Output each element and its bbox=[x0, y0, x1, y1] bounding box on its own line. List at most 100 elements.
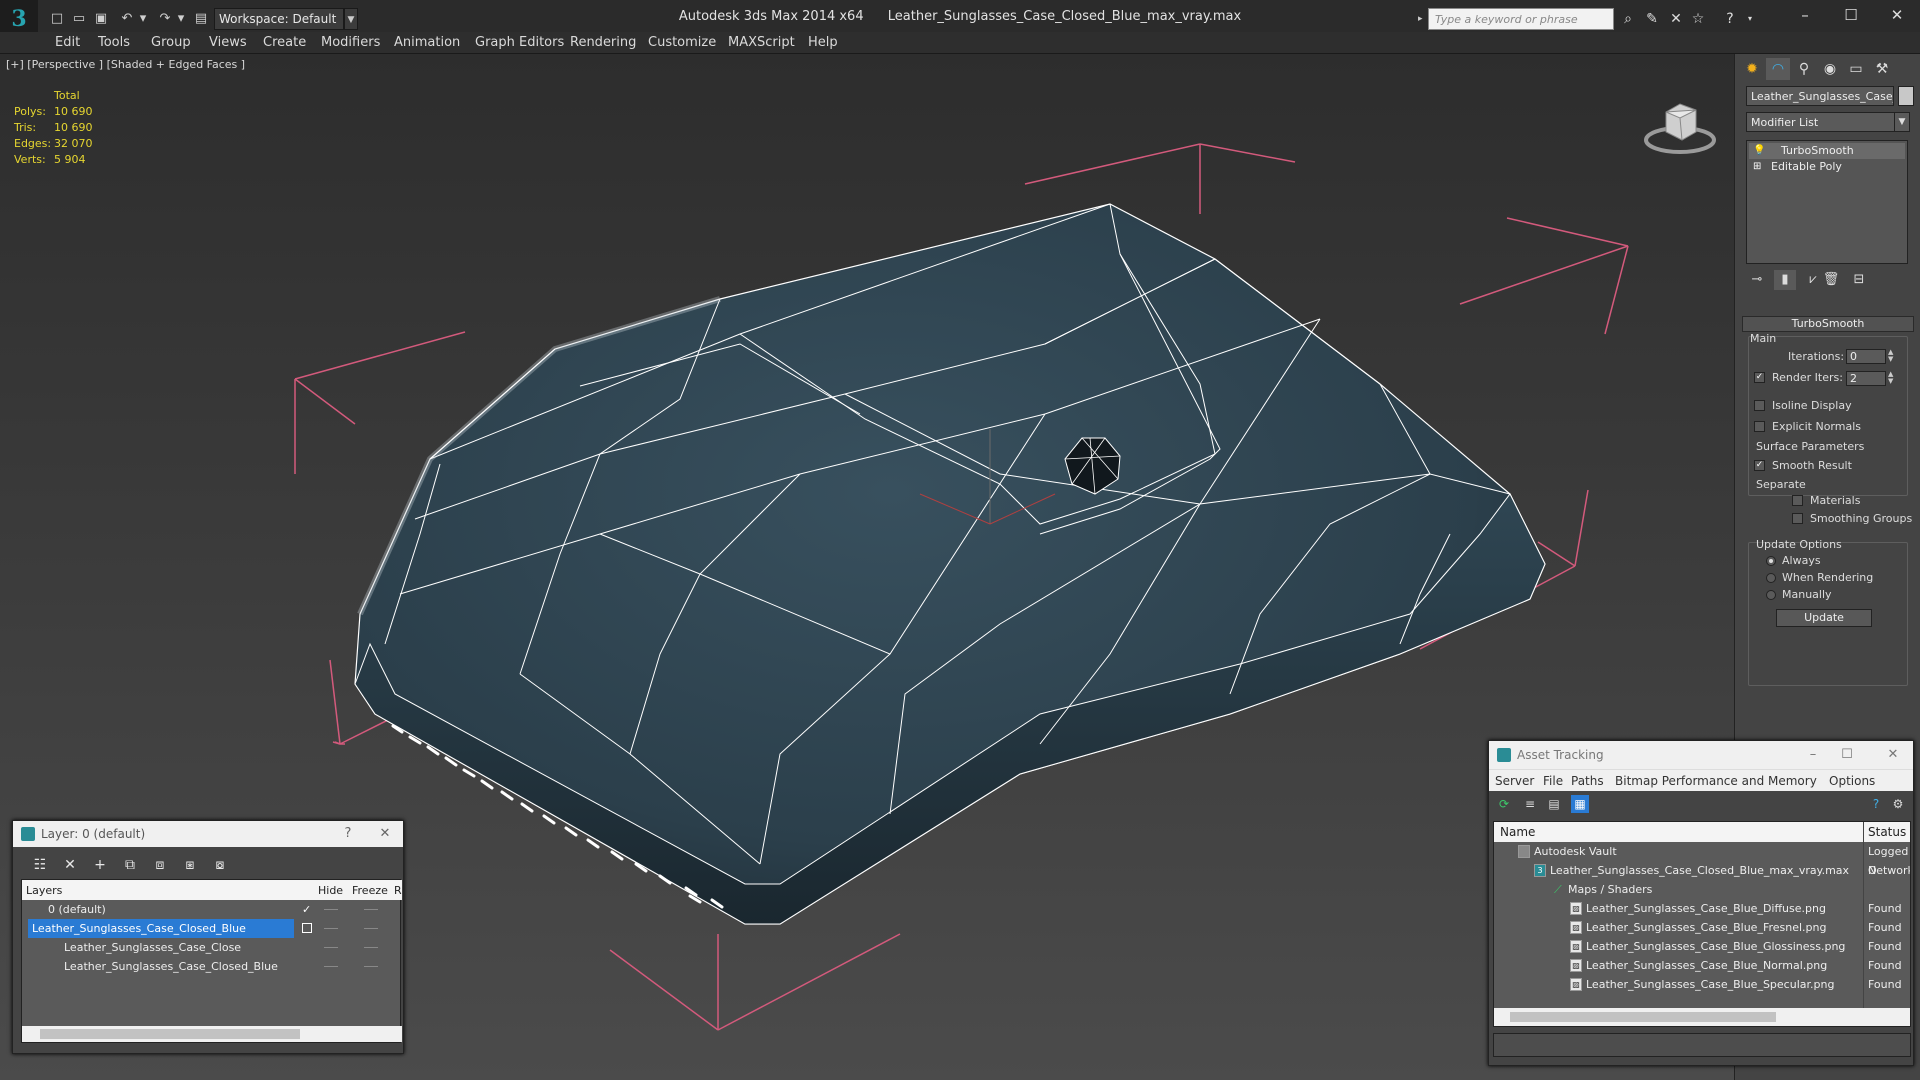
explicit-normals-checkbox[interactable] bbox=[1754, 421, 1765, 432]
maximize-icon[interactable]: ☐ bbox=[1833, 746, 1861, 764]
undo-dropdown-icon[interactable]: ▾ bbox=[134, 10, 152, 28]
search-input[interactable]: Type a keyword or phrase bbox=[1428, 8, 1614, 30]
asset-row[interactable]: ⟋ Maps / Shaders bbox=[1494, 880, 1910, 899]
subscription-icon[interactable]: ✎ bbox=[1642, 10, 1662, 28]
scrollbar-thumb[interactable] bbox=[1510, 1012, 1776, 1022]
asset-row[interactable]: ▨ Leather_Sunglasses_Case_Blue_Diffuse.p… bbox=[1494, 899, 1910, 918]
menu-graph-editors[interactable]: Graph Editors bbox=[475, 35, 564, 50]
favorites-star-icon[interactable]: ☆ bbox=[1688, 10, 1708, 28]
chevron-down-icon[interactable]: ▼ bbox=[1894, 112, 1910, 132]
menu-customize[interactable]: Customize bbox=[648, 35, 716, 50]
utilities-tab-icon[interactable]: ⚒ bbox=[1870, 58, 1894, 80]
help-icon[interactable]: ? bbox=[1867, 795, 1885, 813]
chevron-down-icon[interactable]: ▼ bbox=[344, 8, 358, 30]
close-icon[interactable]: ✕ bbox=[1874, 0, 1920, 30]
materials-checkbox[interactable] bbox=[1792, 495, 1803, 506]
col-name[interactable]: Name bbox=[1500, 825, 1535, 839]
asset-menu-file[interactable]: File bbox=[1543, 774, 1563, 788]
col-freeze[interactable]: Freeze bbox=[352, 884, 388, 897]
layer-row[interactable]: Leather_Sunglasses_Case_Close bbox=[22, 938, 402, 957]
asset-row[interactable]: ▨ Leather_Sunglasses_Case_Blue_Normal.pn… bbox=[1494, 956, 1910, 975]
refresh-icon[interactable]: ⟳ bbox=[1495, 795, 1513, 813]
select-objects-icon[interactable]: ⧉ bbox=[119, 855, 141, 875]
save-icon[interactable]: ▣ bbox=[92, 10, 110, 28]
configure-modifier-sets-icon[interactable]: ⊟ bbox=[1848, 270, 1870, 290]
communication-icon[interactable]: ✕ bbox=[1666, 10, 1686, 28]
minimize-icon[interactable]: – bbox=[1799, 746, 1827, 764]
menu-create[interactable]: Create bbox=[263, 35, 306, 50]
render-iters-checkbox[interactable]: ✓ bbox=[1754, 372, 1765, 383]
add-layer-icon[interactable]: + bbox=[89, 855, 111, 875]
menu-maxscript[interactable]: MAXScript bbox=[728, 35, 795, 50]
menu-tools[interactable]: Tools bbox=[98, 35, 130, 50]
menu-rendering[interactable]: Rendering bbox=[570, 35, 636, 50]
layer-row[interactable]: Leather_Sunglasses_Case_Closed_Blue bbox=[22, 919, 402, 938]
asset-row[interactable]: 3 Leather_Sunglasses_Case_Closed_Blue_ma… bbox=[1494, 861, 1910, 880]
project-folder-icon[interactable]: ▤ bbox=[192, 10, 210, 28]
set-active-icon[interactable] bbox=[302, 923, 312, 933]
asset-row[interactable]: ▨ Leather_Sunglasses_Case_Blue_Fresnel.p… bbox=[1494, 918, 1910, 937]
close-icon[interactable]: ✕ bbox=[1879, 746, 1907, 764]
help-icon[interactable]: ? bbox=[1720, 10, 1740, 28]
active-check-icon[interactable]: ✓ bbox=[302, 900, 311, 919]
menu-views[interactable]: Views bbox=[209, 35, 247, 50]
asset-menu-bitmap-performance[interactable]: Bitmap Performance and Memory bbox=[1615, 774, 1817, 788]
close-icon[interactable]: ✕ bbox=[375, 825, 395, 843]
motion-tab-icon[interactable]: ◉ bbox=[1818, 58, 1842, 80]
stack-item-editable-poly[interactable]: ⊞ Editable Poly bbox=[1749, 159, 1905, 175]
maximize-icon[interactable]: ☐ bbox=[1828, 0, 1874, 30]
remove-modifier-icon[interactable]: 🗑 bbox=[1820, 270, 1842, 290]
render-iters-spinner[interactable]: 2 bbox=[1846, 371, 1886, 386]
freeze-toggle[interactable] bbox=[364, 947, 378, 948]
menu-help[interactable]: Help bbox=[808, 35, 838, 50]
hide-toggle[interactable] bbox=[324, 947, 338, 948]
delete-layer-icon[interactable]: ✕ bbox=[59, 855, 81, 875]
freeze-toggle[interactable] bbox=[364, 966, 378, 967]
vault-settings-icon[interactable]: ⚙ bbox=[1889, 795, 1907, 813]
freeze-toggle[interactable] bbox=[364, 909, 378, 910]
tree-view-icon[interactable]: ▤ bbox=[1545, 795, 1563, 813]
asset-menu-paths[interactable]: Paths bbox=[1571, 774, 1604, 788]
hierarchy-tab-icon[interactable]: ⚲ bbox=[1792, 58, 1816, 80]
menu-group[interactable]: Group bbox=[151, 35, 191, 50]
expand-plus-icon[interactable]: ⊞ bbox=[1753, 161, 1763, 173]
menu-modifiers[interactable]: Modifiers bbox=[321, 35, 380, 50]
layer-row[interactable]: 0 (default) ✓ bbox=[22, 900, 402, 919]
list-view-icon[interactable]: ≡ bbox=[1521, 795, 1539, 813]
show-end-result-icon[interactable]: ▮ bbox=[1774, 270, 1796, 290]
workspace-dropdown[interactable]: Workspace: Default bbox=[214, 8, 344, 30]
always-radio[interactable] bbox=[1766, 556, 1776, 566]
binoculars-icon[interactable]: ⌕ bbox=[1618, 10, 1638, 28]
sunglasses-case-mesh[interactable] bbox=[354, 203, 1546, 925]
when-rendering-radio[interactable] bbox=[1766, 573, 1776, 583]
smooth-result-checkbox[interactable]: ✓ bbox=[1754, 460, 1765, 471]
asset-menu-options[interactable]: Options bbox=[1829, 774, 1875, 788]
update-button[interactable]: Update bbox=[1776, 609, 1872, 627]
help-dropdown-icon[interactable]: ▾ bbox=[1740, 10, 1760, 28]
rollout-turbosmooth[interactable]: TurboSmooth bbox=[1742, 316, 1914, 332]
asset-row[interactable]: Autodesk Vault Logged O bbox=[1494, 842, 1910, 877]
spinner-arrows-icon[interactable]: ▲ ▼ bbox=[1888, 371, 1896, 386]
freeze-all-icon[interactable]: ⧇ bbox=[209, 855, 231, 875]
help-icon[interactable]: ? bbox=[338, 825, 358, 843]
create-tab-icon[interactable]: ✹ bbox=[1740, 58, 1764, 80]
hide-all-icon[interactable]: ⧆ bbox=[179, 855, 201, 875]
col-hide[interactable]: Hide bbox=[318, 884, 343, 897]
redo-dropdown-icon[interactable]: ▾ bbox=[172, 10, 190, 28]
minimize-icon[interactable]: – bbox=[1782, 0, 1828, 30]
horizontal-scrollbar[interactable] bbox=[22, 1026, 402, 1042]
open-file-icon[interactable]: ▭ bbox=[70, 10, 88, 28]
manually-radio[interactable] bbox=[1766, 590, 1776, 600]
hide-toggle[interactable] bbox=[324, 909, 338, 910]
lightbulb-icon[interactable]: 💡 bbox=[1753, 145, 1765, 157]
layer-row[interactable]: Leather_Sunglasses_Case_Closed_Blue bbox=[22, 957, 402, 976]
viewcube-icon[interactable] bbox=[1640, 90, 1720, 170]
modifier-list-dropdown[interactable]: Modifier List bbox=[1746, 112, 1908, 132]
stack-item-turbosmooth[interactable]: 💡 TurboSmooth bbox=[1749, 143, 1905, 159]
table-view-icon[interactable]: ▦ bbox=[1571, 795, 1589, 813]
layer-settings-icon[interactable]: ☷ bbox=[29, 855, 51, 875]
highlight-layer-icon[interactable]: ⧈ bbox=[149, 855, 171, 875]
col-status[interactable]: Status bbox=[1868, 825, 1906, 839]
spinner-arrows-icon[interactable]: ▲ ▼ bbox=[1888, 349, 1896, 364]
asset-row[interactable]: ▨ Leather_Sunglasses_Case_Blue_Glossines… bbox=[1494, 937, 1910, 956]
